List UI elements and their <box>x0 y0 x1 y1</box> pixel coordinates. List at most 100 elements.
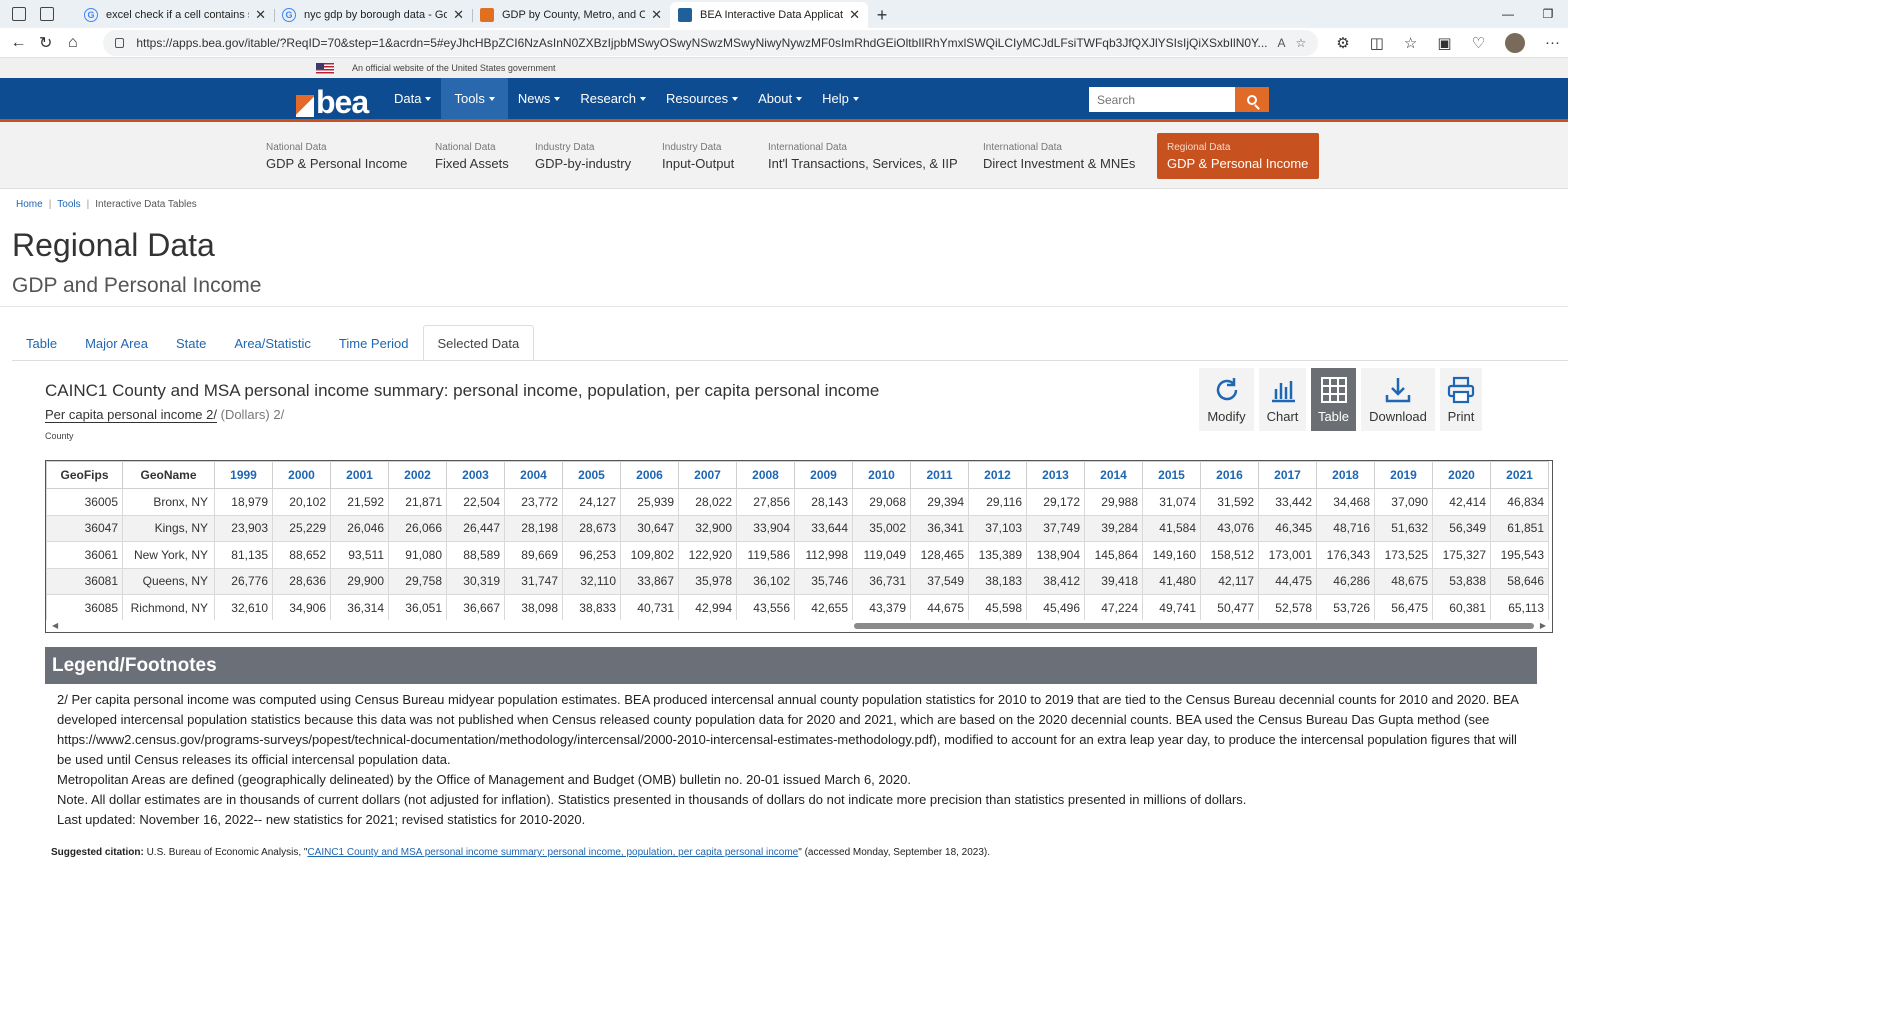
table-button[interactable]: Table <box>1311 368 1356 431</box>
tab-area-statistic[interactable]: Area/Statistic <box>220 325 325 361</box>
year-column-header[interactable]: 2000 <box>272 461 331 489</box>
nav-item-data[interactable]: Data <box>384 78 441 119</box>
year-column-header[interactable]: 2016 <box>1200 461 1259 489</box>
column-header[interactable]: GeoName <box>122 461 215 489</box>
value-cell: 119,049 <box>852 541 911 569</box>
nav-item-resources[interactable]: Resources <box>656 78 748 119</box>
year-column-header[interactable]: 2014 <box>1084 461 1143 489</box>
nav-item-about[interactable]: About <box>748 78 812 119</box>
subnav-national-gdp[interactable]: National Data GDP & Personal Income <box>266 133 407 179</box>
workspaces-icon[interactable] <box>12 7 26 21</box>
tab-state[interactable]: State <box>162 325 220 361</box>
modify-button[interactable]: Modify <box>1199 368 1254 431</box>
close-icon[interactable]: ✕ <box>651 7 662 23</box>
year-column-header[interactable]: 2010 <box>852 461 911 489</box>
search-input[interactable] <box>1089 87 1235 112</box>
year-column-header[interactable]: 2021 <box>1490 461 1549 489</box>
tab-actions-icon[interactable] <box>40 7 54 21</box>
subnav-fixed-assets[interactable]: National Data Fixed Assets <box>435 133 509 179</box>
value-cell: 158,512 <box>1200 541 1259 569</box>
year-column-header[interactable]: 2005 <box>562 461 621 489</box>
browser-tab[interactable]: GDP by County, Metro, and Othe ✕ <box>472 2 670 28</box>
table-grid-icon <box>1320 377 1347 403</box>
subnav-regional-gdp[interactable]: Regional Data GDP & Personal Income <box>1157 133 1319 179</box>
tab-table[interactable]: Table <box>12 325 71 361</box>
extensions-icon[interactable]: ⚙ <box>1336 34 1349 52</box>
nav-item-label: News <box>517 91 551 106</box>
bea-logo[interactable]: bea <box>296 84 369 121</box>
column-header[interactable]: GeoFips <box>46 461 123 489</box>
year-column-header[interactable]: 2003 <box>446 461 505 489</box>
tab-time-period[interactable]: Time Period <box>325 325 423 361</box>
restore-icon[interactable]: ❐ <box>1528 0 1568 28</box>
value-cell: 138,904 <box>1026 541 1085 569</box>
year-column-header[interactable]: 2017 <box>1258 461 1317 489</box>
tab-major-area[interactable]: Major Area <box>71 325 162 361</box>
tab-selected-data[interactable]: Selected Data <box>422 325 535 361</box>
subnav-input-output[interactable]: Industry Data Input-Output <box>662 133 734 179</box>
scroll-right-icon[interactable]: ▶ <box>1540 621 1546 630</box>
wizard-tabs: Table Major Area State Area/Statistic Ti… <box>12 325 535 361</box>
breadcrumb-home[interactable]: Home <box>16 199 43 210</box>
new-tab-button[interactable]: + <box>868 2 896 28</box>
year-column-header[interactable]: 2019 <box>1374 461 1433 489</box>
year-column-header[interactable]: 2018 <box>1316 461 1375 489</box>
year-column-header[interactable]: 2009 <box>794 461 853 489</box>
favorite-star-icon[interactable]: ☆ <box>1296 36 1307 50</box>
close-icon[interactable]: ✕ <box>849 7 860 23</box>
value-cell: 46,286 <box>1316 567 1375 595</box>
value-cell: 128,465 <box>910 541 969 569</box>
citation-link[interactable]: CAINC1 County and MSA personal income su… <box>307 847 798 858</box>
close-icon[interactable]: ✕ <box>453 7 464 23</box>
minimize-icon[interactable]: — <box>1488 0 1528 28</box>
year-column-header[interactable]: 1999 <box>214 461 273 489</box>
print-button[interactable]: Print <box>1440 368 1482 431</box>
year-column-header[interactable]: 2012 <box>968 461 1027 489</box>
year-column-header[interactable]: 2013 <box>1026 461 1085 489</box>
year-column-header[interactable]: 2015 <box>1142 461 1201 489</box>
back-arrow-icon[interactable]: ← <box>8 30 29 56</box>
geofips-cell: 36081 <box>46 567 123 595</box>
year-column-header[interactable]: 2007 <box>678 461 737 489</box>
data-table: GeoFips GeoName 1999 2000 2001 2002 2003 2004… <box>46 461 1549 622</box>
subnav-intl-transactions[interactable]: International Data Int'l Transactions, Se… <box>768 133 958 179</box>
subnav-direct-investment[interactable]: International Data Direct Investment & MN… <box>983 133 1135 179</box>
home-icon[interactable]: ⌂ <box>62 30 83 56</box>
year-column-header[interactable]: 2011 <box>910 461 969 489</box>
horizontal-scrollbar[interactable]: ◀ ▶ <box>46 620 1552 632</box>
nav-item-research[interactable]: Research <box>570 78 656 119</box>
split-screen-icon[interactable]: ◫ <box>1370 34 1384 52</box>
more-menu-icon[interactable]: ··· <box>1545 34 1560 51</box>
address-bar[interactable]: https://apps.bea.gov/itable/?ReqID=70&st… <box>103 29 1319 56</box>
browser-tab[interactable]: G excel check if a cell contains spec ✕ <box>76 2 274 28</box>
year-column-header[interactable]: 2020 <box>1432 461 1491 489</box>
chart-button[interactable]: Chart <box>1259 368 1306 431</box>
year-column-header[interactable]: 2004 <box>504 461 563 489</box>
breadcrumb-tools[interactable]: Tools <box>57 199 80 210</box>
year-column-header[interactable]: 2001 <box>330 461 389 489</box>
collections-icon[interactable]: ▣ <box>1437 34 1451 52</box>
browser-tab[interactable]: G nyc gdp by borough data - Googl ✕ <box>274 2 472 28</box>
profile-avatar[interactable] <box>1505 32 1526 53</box>
table-title: CAINC1 County and MSA personal income su… <box>45 381 880 400</box>
browser-tab-active[interactable]: BEA Interactive Data Application ✕ <box>670 2 868 28</box>
scrollbar-thumb[interactable] <box>854 623 1534 629</box>
nav-item-tools[interactable]: Tools <box>441 78 508 119</box>
year-column-header[interactable]: 2008 <box>736 461 795 489</box>
favorites-icon[interactable]: ☆ <box>1404 34 1417 52</box>
nav-item-help[interactable]: Help <box>812 78 869 119</box>
search-button[interactable] <box>1235 87 1269 112</box>
value-cell: 27,856 <box>736 488 795 516</box>
year-column-header[interactable]: 2006 <box>620 461 679 489</box>
refresh-icon[interactable]: ↻ <box>35 30 56 56</box>
read-aloud-icon[interactable]: A <box>1278 36 1286 50</box>
scroll-left-icon[interactable]: ◀ <box>52 621 58 630</box>
close-icon[interactable]: ✕ <box>255 7 266 23</box>
google-icon: G <box>84 8 98 22</box>
download-button[interactable]: Download <box>1361 368 1435 431</box>
nav-item-news[interactable]: News <box>508 78 571 119</box>
performance-icon[interactable]: ♡ <box>1472 34 1485 52</box>
subnav-gdp-by-industry[interactable]: Industry Data GDP-by-industry <box>535 133 631 179</box>
year-column-header[interactable]: 2002 <box>388 461 447 489</box>
measure-name[interactable]: Per capita personal income 2/ <box>45 407 217 423</box>
